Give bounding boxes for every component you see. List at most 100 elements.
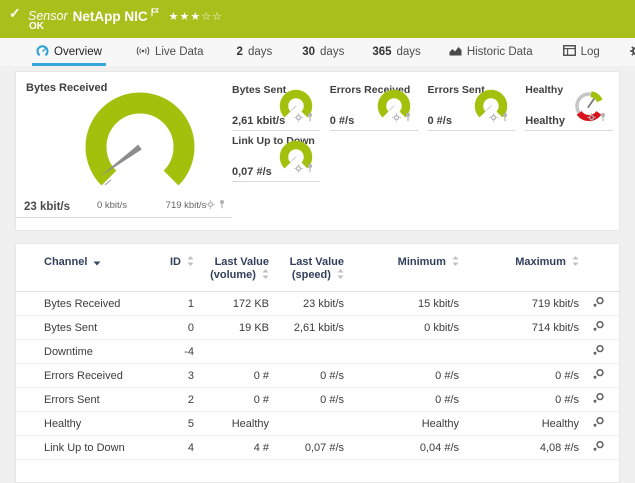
priority-stars[interactable]: ★★★☆☆: [169, 10, 223, 23]
minimum-value: Healthy: [346, 412, 461, 436]
gauge-pin-icon[interactable]: [218, 196, 226, 214]
gauge-gear-icon[interactable]: [392, 109, 401, 127]
last-value-speed: 0 #/s: [271, 364, 346, 388]
channel-id: 1: [156, 292, 196, 316]
table-row: Bytes Received 1 172 KB 23 kbit/s 15 kbi…: [16, 292, 621, 316]
sensor-status-badge: OK: [29, 21, 44, 32]
tab-live-data[interactable]: Live Data: [136, 38, 204, 66]
gauge-max-label: 719 kbit/s: [166, 200, 207, 211]
tab-log[interactable]: Log: [563, 38, 600, 66]
tab-label: Overview: [54, 46, 102, 58]
last-value-speed: [271, 340, 346, 364]
gauge-panel-errors-received: Errors Received 0 #/s: [330, 80, 418, 131]
col-header-last-value-speed[interactable]: Last Value(speed): [271, 249, 346, 292]
channel-id: 2: [156, 388, 196, 412]
last-value-volume: 0 #: [196, 364, 271, 388]
channel-name: Healthy: [16, 412, 156, 436]
gauge-panel-errors-sent: Errors Sent 0 #/s: [428, 80, 516, 131]
tab-2-days[interactable]: 2days: [237, 38, 273, 66]
gauge-pin-icon[interactable]: [404, 109, 412, 127]
channel-table-card: Channel ID Last Value(volume) Last Value…: [15, 243, 620, 483]
last-value-volume: 4 #: [196, 436, 271, 460]
table-row: Errors Received 3 0 # 0 #/s 0 #/s 0 #/s: [16, 364, 621, 388]
gauge-gear-icon[interactable]: [294, 160, 303, 178]
channel-name: Errors Received: [16, 364, 156, 388]
channel-id: 5: [156, 412, 196, 436]
gauge-gear-icon[interactable]: [489, 109, 498, 127]
channel-settings-icon[interactable]: [592, 299, 605, 311]
last-value-volume: [196, 340, 271, 364]
sensor-header: ✓ Sensor NetApp NIC ★★★☆☆ OK: [0, 0, 635, 38]
gauge-gear-icon[interactable]: [294, 109, 303, 127]
priority-flag-icon[interactable]: [151, 4, 159, 22]
gauge-panel-healthy: Healthy Healthy: [525, 80, 613, 131]
empty-grid-cell: [525, 131, 613, 182]
channel-table: Channel ID Last Value(volume) Last Value…: [16, 249, 621, 460]
tab-bar: Overview Live Data 2days 30days 365days …: [0, 38, 635, 66]
gauge-current-value: 0 #/s: [428, 115, 452, 127]
channel-id: 4: [156, 436, 196, 460]
table-row: Link Up to Down 4 4 # 0,07 #/s 0,04 #/s …: [16, 436, 621, 460]
tab-label: Log: [581, 46, 600, 58]
minimum-value: 0,04 #/s: [346, 436, 461, 460]
tab-365-days[interactable]: 365days: [372, 38, 420, 66]
tab-overview[interactable]: Overview: [36, 38, 102, 66]
maximum-value: [461, 340, 581, 364]
gauge-title: Healthy: [525, 84, 563, 96]
channel-settings-icon[interactable]: [592, 347, 605, 359]
channel-settings-icon[interactable]: [592, 395, 605, 407]
gauge-current-value: 23 kbit/s: [24, 201, 70, 213]
bytes-received-gauge: [60, 89, 220, 201]
gauge-gear-icon[interactable]: [206, 196, 215, 214]
gear-icon: [630, 45, 635, 60]
gauge-gear-icon[interactable]: [587, 109, 596, 127]
log-table-icon: [563, 45, 576, 59]
col-header-last-value-volume[interactable]: Last Value(volume): [196, 249, 271, 292]
gauge-panel-bytes-sent: Bytes Sent 2,61 kbit/s: [232, 80, 320, 131]
live-signal-icon: [136, 46, 150, 59]
gauge-current-value: 2,61 kbit/s: [232, 115, 285, 127]
sensor-title-line: Sensor NetApp NIC ★★★☆☆: [28, 4, 223, 28]
gauge-pin-icon[interactable]: [501, 109, 509, 127]
minimum-value: 0 kbit/s: [346, 316, 461, 340]
maximum-value: 0 #/s: [461, 388, 581, 412]
sort-icon: [337, 269, 344, 283]
col-header-actions: [581, 249, 621, 292]
channel-settings-icon[interactable]: [592, 419, 605, 431]
tab-historic-data[interactable]: Historic Data: [449, 38, 533, 66]
channel-settings-icon[interactable]: [592, 323, 605, 335]
gauge-current-value: Healthy: [525, 115, 565, 127]
maximum-value: 714 kbit/s: [461, 316, 581, 340]
sort-icon: [452, 256, 459, 270]
channel-id: -4: [156, 340, 196, 364]
gauge-pin-icon[interactable]: [306, 160, 314, 178]
channel-name: Downtime: [16, 340, 156, 364]
channel-settings-icon[interactable]: [592, 371, 605, 383]
col-header-channel[interactable]: Channel: [16, 249, 156, 292]
last-value-speed: 2,61 kbit/s: [271, 316, 346, 340]
tab-settings[interactable]: Settings: [630, 38, 635, 66]
maximum-value: Healthy: [461, 412, 581, 436]
last-value-speed: 0,07 #/s: [271, 436, 346, 460]
small-gauges-grid: Bytes Sent 2,61 kbit/s Errors Received 0…: [232, 80, 613, 230]
col-header-minimum[interactable]: Minimum: [346, 249, 461, 292]
gauge-current-value: 0 #/s: [330, 115, 354, 127]
gauge-panel-link-up-to-down: Link Up to Down 0,07 #/s: [232, 131, 320, 182]
channel-settings-icon[interactable]: [592, 443, 605, 455]
gauge-panel-bytes-received: Bytes Received 0 kbit/s 719 kbit/s 23 kb…: [16, 76, 232, 218]
col-header-id[interactable]: ID: [156, 249, 196, 292]
gauge-pin-icon[interactable]: [306, 109, 314, 127]
tab-30-days[interactable]: 30days: [302, 38, 344, 66]
gauge-pin-icon[interactable]: [599, 109, 607, 127]
last-value-volume: 19 KB: [196, 316, 271, 340]
col-header-maximum[interactable]: Maximum: [461, 249, 581, 292]
table-row: Bytes Sent 0 19 KB 2,61 kbit/s 0 kbit/s …: [16, 316, 621, 340]
maximum-value: 0 #/s: [461, 364, 581, 388]
empty-grid-cell: [428, 131, 516, 182]
maximum-value: 719 kbit/s: [461, 292, 581, 316]
empty-grid-cell: [330, 131, 418, 182]
sort-icon: [262, 269, 269, 283]
tab-label: Live Data: [155, 46, 204, 58]
gauge-icon: [36, 45, 49, 60]
table-header-row: Channel ID Last Value(volume) Last Value…: [16, 249, 621, 292]
